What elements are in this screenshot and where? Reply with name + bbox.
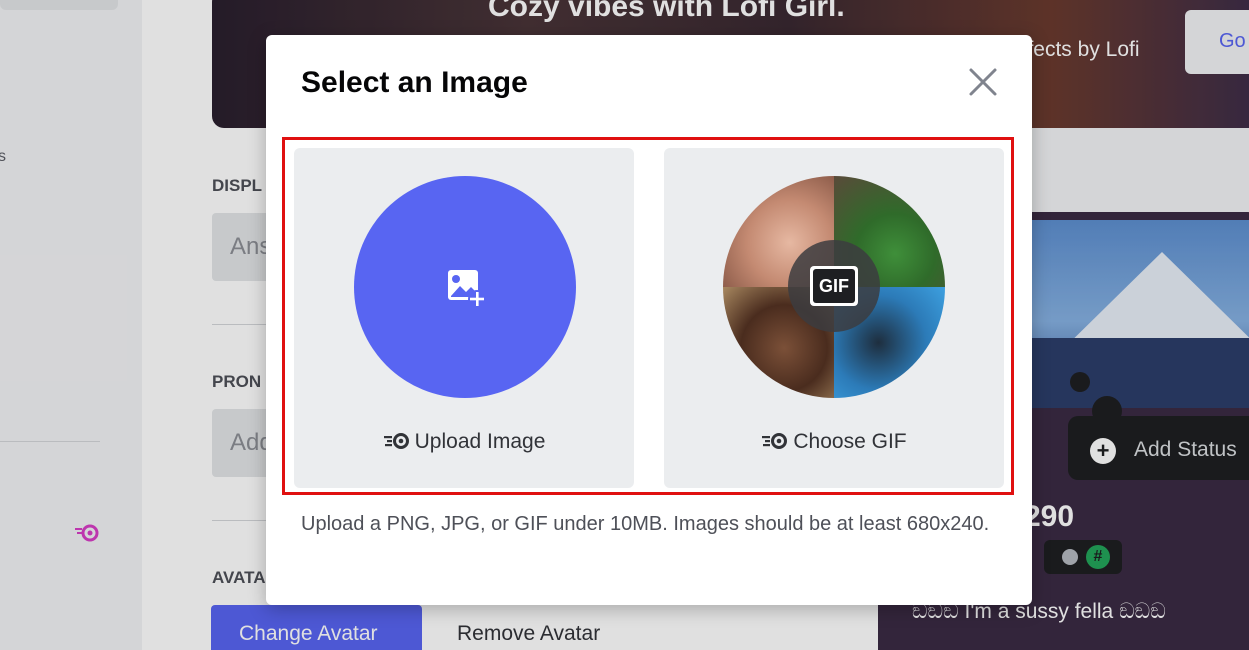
image-options: Upload Image GIF Choose GIF — [282, 137, 1014, 495]
gif-icon: GIF — [810, 266, 858, 306]
nitro-icon — [383, 433, 409, 449]
gif-center-disc: GIF — [788, 240, 880, 332]
gif-label-row: Choose GIF — [664, 430, 1004, 454]
gif-preview-collage: GIF — [723, 176, 945, 398]
choose-gif-label: Choose GIF — [793, 430, 907, 453]
upload-label-row: Upload Image — [294, 430, 634, 454]
image-add-icon — [448, 270, 486, 308]
upload-help-text: Upload a PNG, JPG, or GIF under 10MB. Im… — [301, 513, 990, 535]
upload-circle — [354, 176, 576, 398]
select-image-modal: Select an Image Upload Image GIF Choose … — [266, 35, 1032, 605]
nitro-icon — [762, 433, 788, 449]
upload-image-label: Upload Image — [414, 430, 546, 453]
gif-badge-text: GIF — [813, 269, 855, 303]
choose-gif-option[interactable]: GIF Choose GIF — [664, 148, 1004, 488]
upload-image-option[interactable]: Upload Image — [294, 148, 634, 488]
close-icon[interactable] — [966, 65, 1000, 99]
modal-title: Select an Image — [301, 66, 528, 99]
